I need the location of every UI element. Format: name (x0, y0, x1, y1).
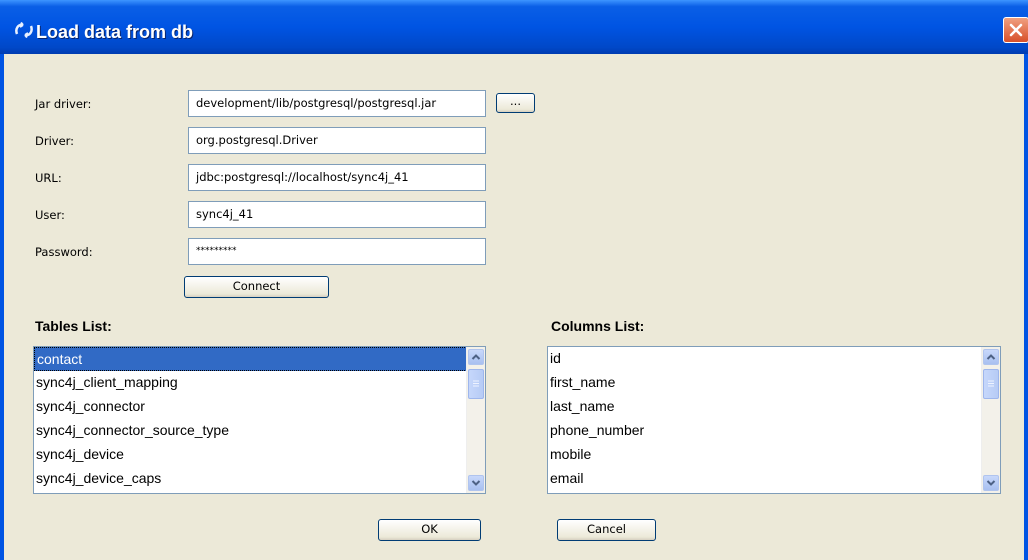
cancel-button[interactable]: Cancel (557, 519, 656, 541)
table-item-device[interactable]: sync4j_device (34, 443, 467, 467)
chevron-down-icon (986, 480, 996, 486)
close-button[interactable] (1003, 17, 1028, 43)
chevron-up-icon (471, 354, 481, 360)
column-item-first-name[interactable]: first_name (548, 371, 982, 395)
columns-list[interactable]: id first_name last_name phone_number mob… (547, 346, 1001, 494)
tables-scroll-thumb[interactable] (468, 369, 484, 399)
load-data-dialog: Load data from db Jar driver: developmen… (0, 0, 1028, 560)
grip-icon (988, 380, 994, 387)
title-bar[interactable]: Load data from db (0, 0, 1028, 54)
columns-list-label: Columns List: (551, 318, 645, 334)
grip-icon (473, 380, 479, 387)
jar-driver-label: Jar driver: (35, 97, 92, 111)
table-item-device-caps[interactable]: sync4j_device_caps (34, 467, 467, 491)
window-title: Load data from db (36, 22, 193, 42)
ok-button[interactable]: OK (378, 519, 481, 541)
driver-field[interactable]: org.postgresql.Driver (188, 127, 486, 154)
user-label: User: (35, 208, 65, 222)
password-field[interactable]: ********* (188, 238, 486, 265)
close-icon (1009, 23, 1023, 37)
table-item-client-mapping[interactable]: sync4j_client_mapping (34, 371, 467, 395)
table-item-contact[interactable]: contact (34, 347, 467, 371)
columns-scroll-thumb[interactable] (983, 369, 999, 399)
tables-list-label: Tables List: (35, 318, 112, 334)
password-label: Password: (35, 245, 93, 259)
app-refresh-icon (15, 22, 33, 38)
table-item-connector[interactable]: sync4j_connector (34, 395, 467, 419)
url-field[interactable]: jdbc:postgresql://localhost/sync4j_41 (188, 164, 486, 191)
tables-scroll-down-button[interactable] (468, 475, 484, 491)
table-item-connector-source-type[interactable]: sync4j_connector_source_type (34, 419, 467, 443)
column-item-phone-number[interactable]: phone_number (548, 419, 982, 443)
column-item-id[interactable]: id (548, 347, 982, 371)
column-item-email[interactable]: email (548, 467, 982, 491)
chevron-down-icon (471, 480, 481, 486)
window-frame-right (1024, 54, 1028, 560)
columns-scroll-down-button[interactable] (983, 475, 999, 491)
tables-list[interactable]: contact sync4j_client_mapping sync4j_con… (33, 346, 486, 494)
user-field[interactable]: sync4j_41 (188, 201, 486, 228)
driver-label: Driver: (35, 134, 75, 148)
columns-scrollbar[interactable] (981, 347, 1000, 493)
window-frame-left (0, 54, 4, 560)
tables-scroll-up-button[interactable] (468, 349, 484, 365)
chevron-up-icon (986, 354, 996, 360)
tables-scrollbar[interactable] (466, 347, 485, 493)
column-item-last-name[interactable]: last_name (548, 395, 982, 419)
column-item-mobile[interactable]: mobile (548, 443, 982, 467)
browse-button[interactable]: ... (496, 93, 535, 113)
jar-driver-field[interactable]: development/lib/postgresql/postgresql.ja… (188, 90, 486, 117)
url-label: URL: (35, 171, 62, 185)
columns-scroll-up-button[interactable] (983, 349, 999, 365)
connect-button[interactable]: Connect (184, 276, 329, 298)
